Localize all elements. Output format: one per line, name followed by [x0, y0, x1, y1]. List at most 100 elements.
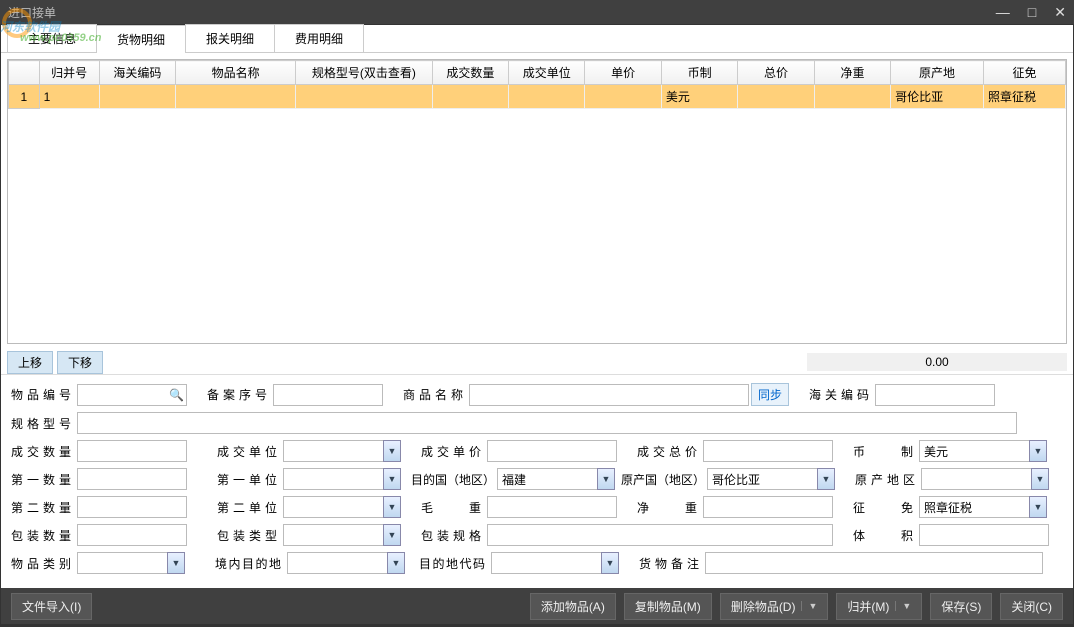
- cell[interactable]: [509, 85, 585, 109]
- pack-type-input[interactable]: [283, 524, 383, 546]
- spec-input[interactable]: [77, 412, 1017, 434]
- col-duty[interactable]: 征免: [983, 61, 1065, 85]
- col-total[interactable]: 总价: [738, 61, 814, 85]
- label-unit-price: 成交单价: [421, 443, 481, 460]
- move-up-button[interactable]: 上移: [7, 351, 53, 374]
- unit2-input[interactable]: [283, 496, 383, 518]
- col-item-name[interactable]: 物品名称: [176, 61, 296, 85]
- chevron-down-icon[interactable]: ▼: [383, 496, 401, 518]
- add-item-button[interactable]: 添加物品(A): [530, 593, 616, 620]
- merge-button[interactable]: 归并(M)▼: [836, 593, 922, 620]
- close-button[interactable]: 关闭(C): [1000, 593, 1063, 620]
- item-category-input[interactable]: [77, 552, 167, 574]
- label-net-weight: 净 重: [637, 499, 697, 516]
- delete-item-button[interactable]: 删除物品(D)▼: [720, 593, 829, 620]
- chevron-down-icon[interactable]: ▼: [1029, 496, 1047, 518]
- cell[interactable]: 1: [39, 85, 99, 109]
- unit1-input[interactable]: [283, 468, 383, 490]
- chevron-down-icon[interactable]: ▼: [383, 440, 401, 462]
- label-pack-spec: 包装规格: [421, 527, 481, 544]
- cell[interactable]: [814, 85, 890, 109]
- origin-region-input[interactable]: [921, 468, 1031, 490]
- col-currency[interactable]: 币制: [661, 61, 737, 85]
- tab-main-info[interactable]: 主要信息: [7, 24, 97, 52]
- label-deal-unit: 成交单位: [217, 443, 277, 460]
- item-no-input[interactable]: [77, 384, 167, 406]
- label-unit1: 第一单位: [217, 471, 277, 488]
- cell[interactable]: 照章征税: [983, 85, 1065, 109]
- cell[interactable]: 美元: [661, 85, 737, 109]
- cell[interactable]: 哥伦比亚: [891, 85, 984, 109]
- cell[interactable]: [738, 85, 814, 109]
- chevron-down-icon[interactable]: ▼: [167, 552, 185, 574]
- origin-country-input[interactable]: [707, 468, 817, 490]
- label-cargo-remark: 货物备注: [639, 555, 699, 572]
- total-price-input[interactable]: [703, 440, 833, 462]
- close-icon[interactable]: ✕: [1054, 4, 1066, 21]
- col-spec[interactable]: 规格型号(双击查看): [296, 61, 432, 85]
- chevron-down-icon[interactable]: ▼: [597, 468, 615, 490]
- label-unit2: 第二单位: [217, 499, 277, 516]
- chevron-down-icon[interactable]: ▼: [1031, 468, 1049, 490]
- tab-customs-detail[interactable]: 报关明细: [185, 24, 275, 52]
- col-qty[interactable]: 成交数量: [432, 61, 508, 85]
- record-no-input[interactable]: [273, 384, 383, 406]
- save-button[interactable]: 保存(S): [930, 593, 992, 620]
- dest-code-input[interactable]: [491, 552, 601, 574]
- net-weight-input[interactable]: [703, 496, 833, 518]
- table-row[interactable]: 1 1 美元 哥伦比亚 照章征税: [9, 85, 1066, 109]
- search-icon[interactable]: 🔍: [167, 384, 187, 406]
- sync-button[interactable]: 同步: [751, 383, 789, 406]
- unit-price-input[interactable]: [487, 440, 617, 462]
- copy-item-button[interactable]: 复制物品(M): [624, 593, 712, 620]
- col-origin[interactable]: 原产地: [891, 61, 984, 85]
- cell[interactable]: [585, 85, 661, 109]
- domestic-dest-input[interactable]: [287, 552, 387, 574]
- grid-corner: [9, 61, 40, 85]
- tab-goods-detail[interactable]: 货物明细: [96, 25, 186, 53]
- chevron-down-icon[interactable]: ▼: [601, 552, 619, 574]
- hs-code-input[interactable]: [875, 384, 995, 406]
- cargo-remark-input[interactable]: [705, 552, 1043, 574]
- chevron-down-icon[interactable]: ▼: [801, 601, 817, 611]
- chevron-down-icon[interactable]: ▼: [817, 468, 835, 490]
- goods-grid[interactable]: 归并号 海关编码 物品名称 规格型号(双击查看) 成交数量 成交单位 单价 币制…: [7, 59, 1067, 344]
- row-indicator: 1: [9, 85, 40, 109]
- label-origin-region: 原产地区: [855, 471, 915, 488]
- cell[interactable]: [296, 85, 432, 109]
- cell[interactable]: [99, 85, 175, 109]
- chevron-down-icon[interactable]: ▼: [383, 524, 401, 546]
- tab-fee-detail[interactable]: 费用明细: [274, 24, 364, 52]
- pack-qty-input[interactable]: [77, 524, 187, 546]
- qty1-input[interactable]: [77, 468, 187, 490]
- col-price[interactable]: 单价: [585, 61, 661, 85]
- cell[interactable]: [176, 85, 296, 109]
- cell[interactable]: [432, 85, 508, 109]
- label-dest-country: 目的国（地区）: [411, 471, 491, 488]
- deal-unit-input[interactable]: [283, 440, 383, 462]
- label-volume: 体 积: [853, 527, 913, 544]
- chevron-down-icon[interactable]: ▼: [387, 552, 405, 574]
- qty2-input[interactable]: [77, 496, 187, 518]
- col-merge-no[interactable]: 归并号: [39, 61, 99, 85]
- dest-country-input[interactable]: [497, 468, 597, 490]
- currency-input[interactable]: [919, 440, 1029, 462]
- chevron-down-icon[interactable]: ▼: [1029, 440, 1047, 462]
- volume-input[interactable]: [919, 524, 1049, 546]
- minimize-icon[interactable]: —: [996, 4, 1010, 21]
- col-hs-code[interactable]: 海关编码: [99, 61, 175, 85]
- file-import-button[interactable]: 文件导入(I): [11, 593, 92, 620]
- duty-input[interactable]: [919, 496, 1029, 518]
- chevron-down-icon[interactable]: ▼: [383, 468, 401, 490]
- deal-qty-input[interactable]: [77, 440, 187, 462]
- col-net-weight[interactable]: 净重: [814, 61, 890, 85]
- chevron-down-icon[interactable]: ▼: [895, 601, 911, 611]
- label-hs-code: 海关编码: [809, 386, 869, 403]
- col-unit[interactable]: 成交单位: [509, 61, 585, 85]
- pack-spec-input[interactable]: [487, 524, 833, 546]
- gross-weight-input[interactable]: [487, 496, 617, 518]
- label-origin-country: 原产国（地区）: [621, 471, 701, 488]
- product-name-input[interactable]: [469, 384, 749, 406]
- move-down-button[interactable]: 下移: [57, 351, 103, 374]
- maximize-icon[interactable]: □: [1028, 4, 1036, 21]
